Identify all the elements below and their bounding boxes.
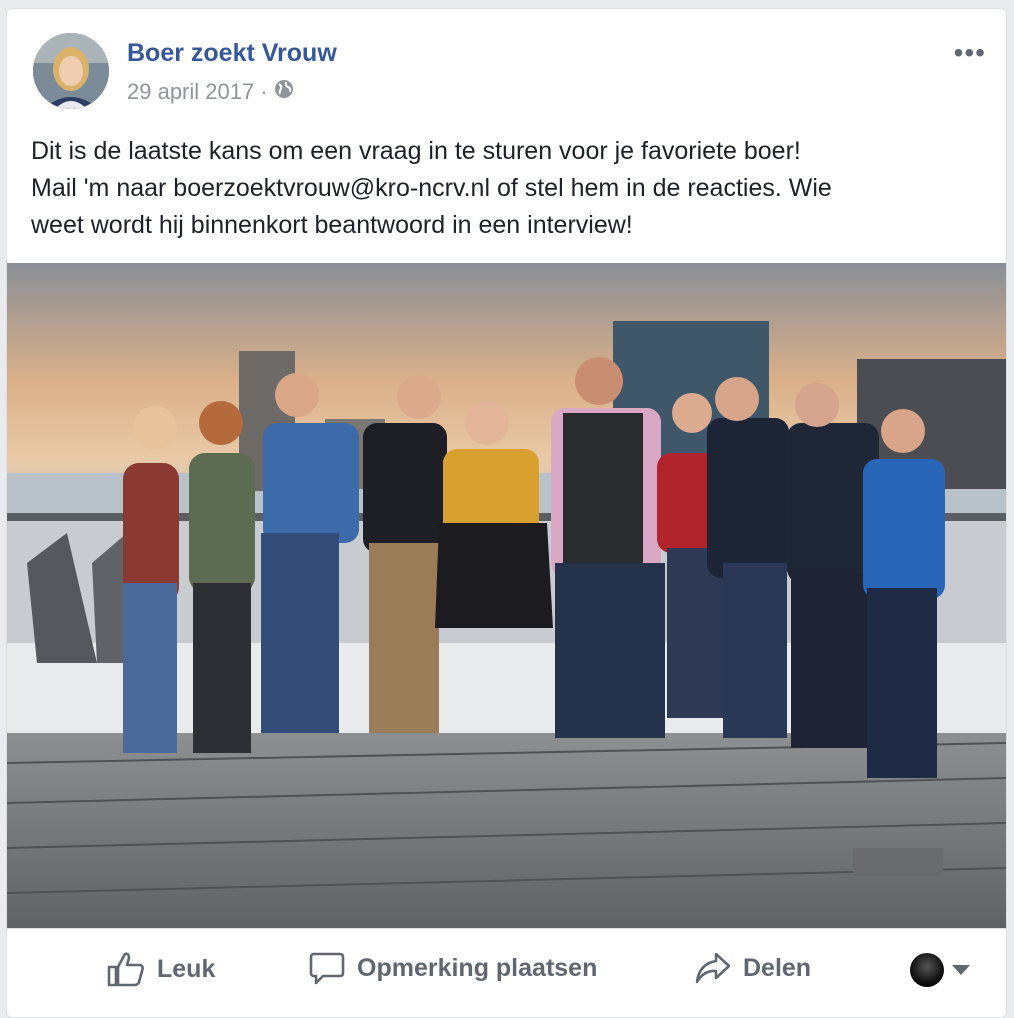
- share-arrow-icon: [695, 951, 731, 985]
- post-text-line: weet wordt hij binnenkort beantwoord in …: [31, 211, 633, 239]
- page-avatar[interactable]: [33, 33, 109, 109]
- post-card: Boer zoekt Vrouw 29 april 2017 · ••• Dit…: [6, 8, 1007, 1018]
- post-text: Dit is de laatste kans om een vraag in t…: [31, 133, 991, 244]
- comment-button[interactable]: Opmerking plaatsen: [309, 951, 597, 985]
- share-label: Delen: [743, 953, 812, 982]
- globe-icon[interactable]: [274, 79, 294, 105]
- post-text-line: Mail 'm naar boerzoektvrouw@kro-ncrv.nl …: [31, 174, 832, 202]
- post-text-line: Dit is de laatste kans om een vraag in t…: [31, 137, 801, 165]
- post-photo[interactable]: [7, 263, 1006, 928]
- chevron-down-icon: [952, 965, 970, 975]
- more-options-icon[interactable]: •••: [954, 37, 986, 69]
- user-avatar: [910, 953, 944, 987]
- like-button[interactable]: Leuk: [107, 951, 215, 987]
- post-meta: 29 april 2017 ·: [127, 79, 294, 105]
- speech-bubble-icon: [309, 951, 345, 985]
- post-action-bar: Leuk Opmerking plaatsen Delen: [7, 928, 1006, 1017]
- meta-separator: ·: [260, 79, 268, 104]
- comment-label: Opmerking plaatsen: [357, 953, 598, 982]
- post-date[interactable]: 29 april 2017: [127, 79, 254, 105]
- share-button[interactable]: Delen: [695, 951, 811, 985]
- page-name-link[interactable]: Boer zoekt Vrouw: [127, 39, 337, 68]
- like-label: Leuk: [157, 954, 216, 983]
- thumbs-up-icon: [107, 951, 145, 987]
- profile-selector[interactable]: [910, 953, 970, 987]
